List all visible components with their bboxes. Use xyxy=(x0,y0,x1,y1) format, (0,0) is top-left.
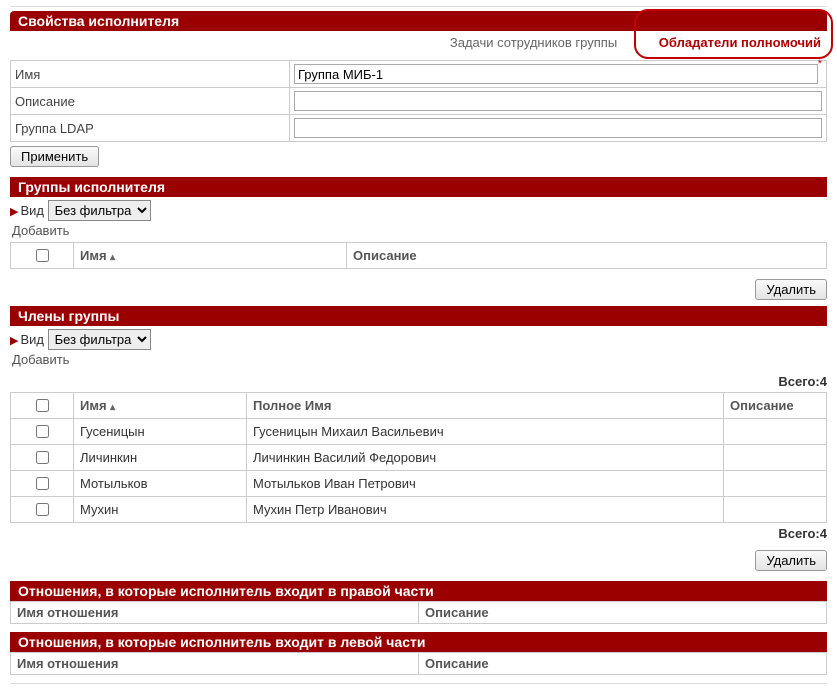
relations-right-table: Имя отношения Описание xyxy=(10,601,827,624)
add-link-groups[interactable]: Добавить xyxy=(10,223,69,242)
row-checkbox[interactable] xyxy=(36,451,49,464)
table-row: МотыльковМотыльков Иван Петрович xyxy=(11,471,827,497)
col-groups-desc[interactable]: Описание xyxy=(347,243,827,269)
input-name[interactable] xyxy=(294,64,818,84)
section-header-executor-props: Свойства исполнителя xyxy=(10,11,827,31)
members-table: Имя ▴ Полное Имя Описание ГусеницынГусен… xyxy=(10,392,827,523)
props-table: Имя * Описание Группа LDAP xyxy=(10,60,827,142)
col-reldesc-left[interactable]: Описание xyxy=(419,653,827,675)
section-header-members: Члены группы xyxy=(10,306,827,326)
cell-desc xyxy=(724,497,827,523)
row-checkbox[interactable] xyxy=(36,425,49,438)
section-header-relations-left: Отношения, в которые исполнитель входит … xyxy=(10,632,827,652)
table-row: МухинМухин Петр Иванович xyxy=(11,497,827,523)
required-mark: * xyxy=(818,58,822,70)
total-bottom: Всего:4 xyxy=(10,523,827,544)
sort-asc-icon: ▴ xyxy=(110,252,115,263)
filter-select-members[interactable]: Без фильтра xyxy=(48,329,151,350)
section-header-executor-groups: Группы исполнителя xyxy=(10,177,827,197)
label-desc: Описание xyxy=(11,88,290,115)
cell-fullname: Мухин Петр Иванович xyxy=(247,497,724,523)
link-group-tasks[interactable]: Задачи сотрудников группы xyxy=(450,35,617,50)
filter-label-groups: Вид xyxy=(20,203,44,218)
cell-fullname: Гусеницын Михаил Васильевич xyxy=(247,419,724,445)
label-ldap: Группа LDAP xyxy=(11,115,290,142)
section-header-relations-right: Отношения, в которые исполнитель входит … xyxy=(10,581,827,601)
relations-left-table: Имя отношения Описание xyxy=(10,652,827,675)
links-row: Задачи сотрудников группы Обладатели пол… xyxy=(10,31,827,60)
col-members-desc[interactable]: Описание xyxy=(724,393,827,419)
cell-name: Мотыльков xyxy=(74,471,247,497)
table-row: ГусеницынГусеницын Михаил Васильевич xyxy=(11,419,827,445)
row-checkbox[interactable] xyxy=(36,503,49,516)
total-top: Всего:4 xyxy=(10,371,827,392)
groups-table: Имя ▴ Описание xyxy=(10,242,827,269)
expand-toggle-icon[interactable]: ▶ xyxy=(10,335,18,347)
cell-desc xyxy=(724,471,827,497)
cell-fullname: Мотыльков Иван Петрович xyxy=(247,471,724,497)
table-row: ЛичинкинЛичинкин Василий Федорович xyxy=(11,445,827,471)
add-link-members[interactable]: Добавить xyxy=(10,352,69,371)
cell-fullname: Личинкин Василий Федорович xyxy=(247,445,724,471)
delete-button-groups[interactable]: Удалить xyxy=(755,279,827,300)
col-relname-left[interactable]: Имя отношения xyxy=(11,653,419,675)
col-reldesc-right[interactable]: Описание xyxy=(419,602,827,624)
filter-label-members: Вид xyxy=(20,332,44,347)
input-desc[interactable] xyxy=(294,91,822,111)
row-checkbox[interactable] xyxy=(36,477,49,490)
select-all-groups[interactable] xyxy=(36,249,49,262)
delete-button-members[interactable]: Удалить xyxy=(755,550,827,571)
sort-asc-icon: ▴ xyxy=(110,402,115,413)
cell-name: Личинкин xyxy=(74,445,247,471)
select-all-members[interactable] xyxy=(36,399,49,412)
col-members-fullname[interactable]: Полное Имя xyxy=(247,393,724,419)
cell-name: Мухин xyxy=(74,497,247,523)
filter-row-groups: ▶Вид Без фильтра xyxy=(10,197,827,223)
link-permission-holders[interactable]: Обладатели полномочий xyxy=(659,35,821,50)
cell-desc xyxy=(724,419,827,445)
col-relname-right[interactable]: Имя отношения xyxy=(11,602,419,624)
expand-toggle-icon[interactable]: ▶ xyxy=(10,206,18,218)
input-ldap[interactable] xyxy=(294,118,822,138)
col-members-name[interactable]: Имя ▴ xyxy=(74,393,247,419)
filter-row-members: ▶Вид Без фильтра xyxy=(10,326,827,352)
label-name: Имя xyxy=(11,61,290,88)
filter-select-groups[interactable]: Без фильтра xyxy=(48,200,151,221)
apply-button[interactable]: Применить xyxy=(10,146,99,167)
cell-desc xyxy=(724,445,827,471)
col-groups-name[interactable]: Имя ▴ xyxy=(74,243,347,269)
cell-name: Гусеницын xyxy=(74,419,247,445)
